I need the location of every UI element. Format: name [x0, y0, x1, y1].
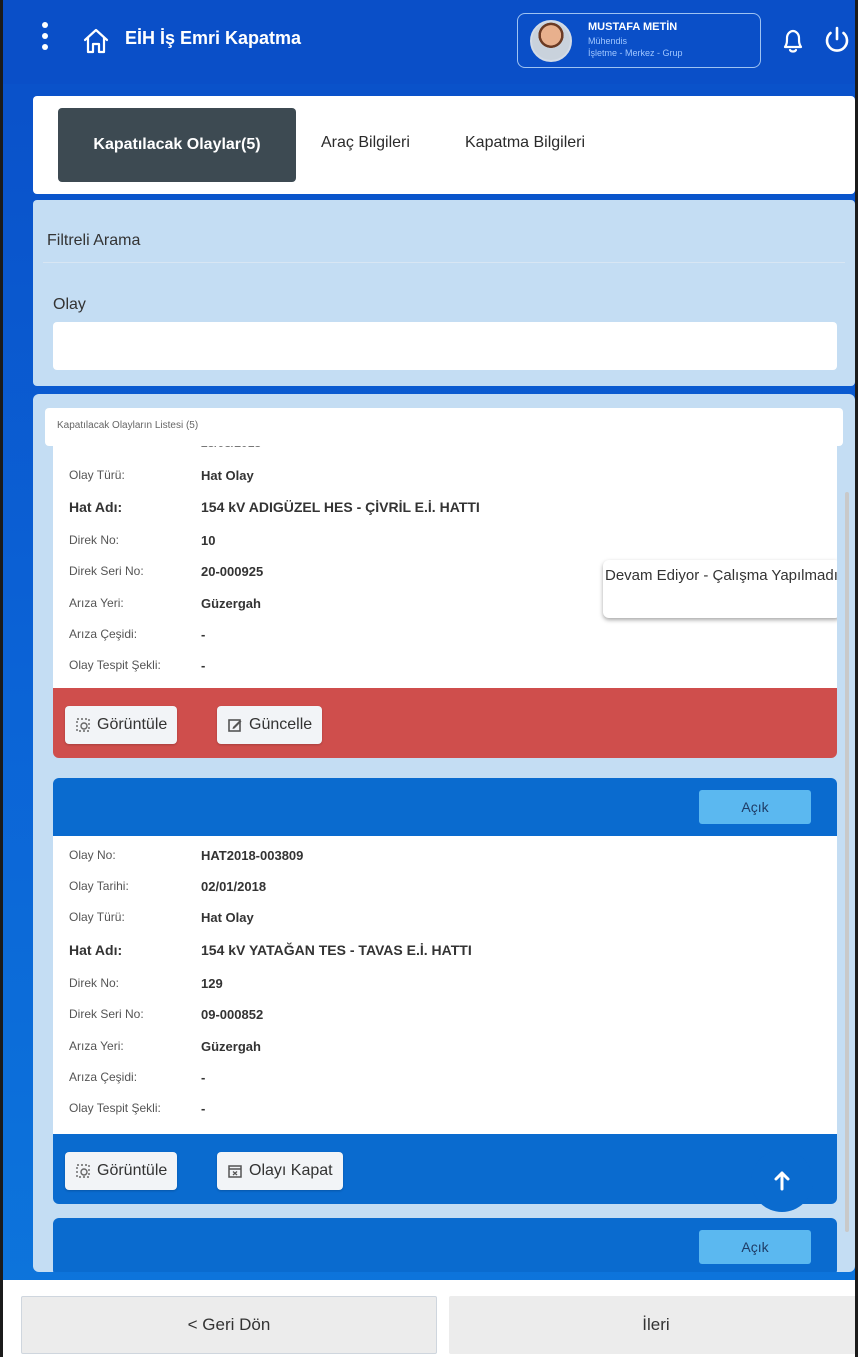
field-label: Olay No: [69, 848, 116, 862]
list-header: Kapatılacak Olayların Listesi (5) [45, 408, 843, 446]
field-label: Direk Seri No: [69, 1007, 144, 1021]
avatar [530, 20, 572, 62]
field-label: Olay Türü: [69, 468, 125, 482]
field-label: Hat Adı: [69, 942, 123, 958]
bell-icon[interactable] [779, 26, 807, 56]
olay-input[interactable] [53, 322, 837, 370]
field-value: 154 kV ADIGÜZEL HES - ÇİVRİL E.İ. HATTI [201, 499, 480, 515]
status-tooltip: Devam Ediyor - Çalışma Yapılmadı [603, 560, 837, 618]
view-icon [76, 718, 90, 732]
calendar-close-icon [228, 1165, 242, 1178]
field-value: Güzergah [201, 1039, 261, 1054]
field-value: 02/01/2018 [201, 879, 267, 894]
tabs-panel: Kapatılacak Olaylar(5) Araç Bilgileri Ka… [33, 96, 855, 194]
field-value: - [201, 1101, 206, 1116]
next-button[interactable]: İleri [449, 1296, 855, 1354]
field-value: HAT2018-003809 [201, 848, 304, 863]
field-value: 10 [201, 533, 216, 548]
field-label: Olay Tespit Şekli: [69, 658, 161, 672]
event-card-header: Açık [53, 778, 837, 836]
menu-dots-icon[interactable] [39, 22, 51, 58]
event-card: 23/08/2018 Olay Türü: Hat Olay Hat Adı: … [53, 438, 837, 758]
user-role: Mühendis [588, 36, 628, 46]
field-label: Arıza Çeşidi: [69, 1070, 138, 1084]
filter-divider [43, 262, 845, 263]
power-icon[interactable] [821, 24, 853, 56]
user-unit: İşletme - Merkez - Grup [588, 48, 683, 58]
filter-panel: Filtreli Arama Olay [33, 200, 855, 386]
event-card-footer: Görüntüle Güncelle [53, 688, 837, 758]
tab-arac-bilgileri[interactable]: Araç Bilgileri [321, 134, 410, 152]
view-button-label: Görüntüle [97, 1162, 168, 1179]
field-label: Olay Türü: [69, 910, 125, 924]
field-value: 154 kV YATAĞAN TES - TAVAS E.İ. HATTI [201, 942, 472, 958]
field-label: Hat Adı: [69, 499, 123, 515]
bottom-nav: < Geri Dön İleri [3, 1280, 855, 1357]
field-value: - [201, 627, 206, 642]
view-button[interactable]: Görüntüle [65, 706, 178, 744]
field-label: Direk Seri No: [69, 564, 144, 578]
field-value: Hat Olay [201, 910, 254, 925]
field-label: Arıza Çeşidi: [69, 627, 138, 641]
list-title: Kapatılacak Olayların Listesi (5) [57, 420, 199, 431]
view-button[interactable]: Görüntüle [65, 1152, 178, 1190]
field-label: Olay Tarihi: [69, 879, 129, 893]
status-button[interactable]: Açık [699, 790, 811, 824]
list-scrollbar[interactable] [845, 492, 849, 1232]
app-frame: EİH İş Emri Kapatma MUSTAFA METİN Mühend… [0, 0, 858, 1357]
field-value: - [201, 1070, 206, 1085]
event-card: Açık Olay No: HAT2018-003809 Olay Tarihi… [53, 778, 837, 1204]
app-title: EİH İş Emri Kapatma [125, 28, 302, 48]
tab-kapatma-bilgileri[interactable]: Kapatma Bilgileri [465, 134, 585, 152]
field-label: Olay Tespit Şekli: [69, 1101, 161, 1115]
close-event-button-label: Olayı Kapat [249, 1162, 333, 1179]
edit-icon [228, 719, 242, 732]
field-value: 129 [201, 976, 223, 991]
field-value: - [201, 658, 206, 673]
field-value: 09-000852 [201, 1007, 264, 1022]
app-header: EİH İş Emri Kapatma MUSTAFA METİN Mühend… [3, 0, 855, 84]
arrow-up-icon [774, 1171, 790, 1191]
event-card: Açık [53, 1218, 837, 1272]
field-value: 20-000925 [201, 564, 264, 579]
scroll-to-top-button[interactable] [751, 1150, 813, 1212]
field-label: Direk No: [69, 976, 120, 990]
field-label: Direk No: [69, 533, 120, 547]
event-card-header: Açık [53, 1218, 837, 1272]
update-button-label: Güncelle [249, 716, 313, 733]
event-list-panel[interactable]: Kapatılacak Olayların Listesi (5) 23/08/… [33, 394, 855, 1272]
close-event-button[interactable]: Olayı Kapat [217, 1152, 343, 1190]
home-icon[interactable] [81, 26, 111, 56]
filter-title: Filtreli Arama [47, 232, 141, 249]
field-value: Güzergah [201, 596, 261, 611]
field-label: Arıza Yeri: [69, 596, 124, 610]
back-button[interactable]: < Geri Dön [21, 1296, 437, 1354]
status-button[interactable]: Açık [699, 1230, 811, 1264]
view-icon [76, 1164, 90, 1178]
update-button[interactable]: Güncelle [217, 706, 323, 744]
event-card-footer: Görüntüle Olayı Kapat [53, 1134, 837, 1204]
user-profile-card[interactable]: MUSTAFA METİN Mühendis İşletme - Merkez … [517, 13, 761, 68]
field-value: Hat Olay [201, 468, 254, 483]
field-label: Arıza Yeri: [69, 1039, 124, 1053]
tab-kapatilacak-olaylar[interactable]: Kapatılacak Olaylar(5) [58, 108, 296, 182]
olay-label: Olay [53, 296, 86, 313]
view-button-label: Görüntüle [97, 716, 168, 733]
user-name: MUSTAFA METİN [588, 21, 678, 33]
